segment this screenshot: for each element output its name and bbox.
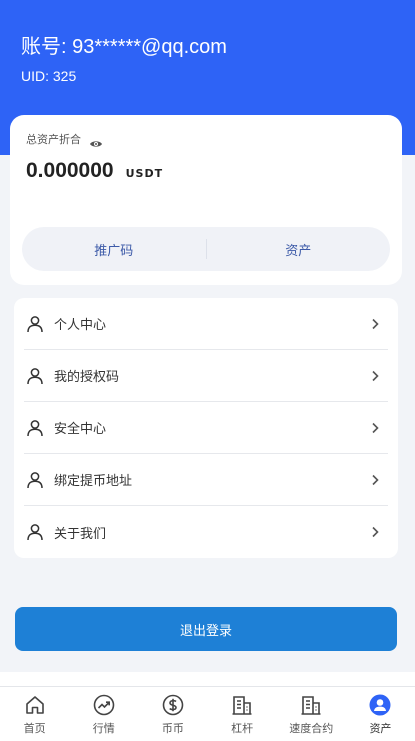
trend-icon <box>93 694 115 716</box>
home-icon <box>25 696 44 714</box>
menu-item-label: 我的授权码 <box>54 370 120 385</box>
menu-item-withdraw-address[interactable]: 绑定提币地址 <box>24 454 388 506</box>
tabbar-label: 首页 <box>23 722 46 735</box>
bottom-tabbar: 首页 行情 币币 杠杆 速度合约 资产 <box>0 686 415 741</box>
tabbar-item-leverage[interactable]: 杠杆 <box>208 687 277 741</box>
total-asset-value: 0.000000 <box>26 159 114 182</box>
account-email: 账号: 93******@qq.com <box>21 36 227 58</box>
tabbar-label: 行情 <box>92 722 115 735</box>
chevron-right-icon <box>372 526 379 538</box>
menu-item-label: 个人中心 <box>54 318 107 333</box>
chevron-right-icon <box>372 370 379 381</box>
chevron-right-icon <box>372 474 379 485</box>
logout-button[interactable]: 退出登录 <box>15 607 397 651</box>
asset-card: 总资产折合 0.000000 USDT 推广码 资产 <box>10 115 402 285</box>
user-icon <box>27 419 43 436</box>
building-icon <box>232 696 252 715</box>
tabbar-item-market[interactable]: 行情 <box>69 687 138 741</box>
user-icon <box>27 315 43 332</box>
tabbar-label: 资产 <box>369 722 392 735</box>
user-uid: UID: 325 <box>21 68 77 84</box>
total-asset-label: 总资产折合 <box>26 133 81 146</box>
user-icon <box>27 524 43 541</box>
menu-item-security[interactable]: 安全中心 <box>24 402 388 454</box>
tabbar-label: 杠杆 <box>231 722 254 735</box>
eye-icon[interactable] <box>89 134 103 147</box>
asset-tab-pill: 推广码 资产 <box>22 227 390 271</box>
building-icon <box>301 696 321 715</box>
tabbar-item-assets[interactable]: 资产 <box>346 687 415 741</box>
menu-item-label: 绑定提币地址 <box>54 474 133 489</box>
dollar-icon <box>162 694 184 716</box>
chevron-right-icon <box>372 422 379 433</box>
tabbar-label: 速度合约 <box>289 722 334 735</box>
tabbar-label: 币币 <box>161 722 184 735</box>
menu-item-auth-code[interactable]: 我的授权码 <box>24 350 388 402</box>
tabbar-item-spot[interactable]: 币币 <box>138 687 207 741</box>
chevron-right-icon <box>372 318 379 329</box>
profile-icon <box>369 694 391 716</box>
tabbar-item-home[interactable]: 首页 <box>0 687 69 741</box>
menu-item-profile[interactable]: 个人中心 <box>24 298 388 350</box>
menu-item-label: 安全中心 <box>54 422 107 437</box>
tabbar-item-contract[interactable]: 速度合约 <box>277 687 346 741</box>
tab-assets[interactable]: 资产 <box>207 240 391 259</box>
asset-label-row: 总资产折合 <box>26 131 103 147</box>
menu-list: 个人中心 我的授权码 安全中心 绑定提币地址 关于我们 <box>14 298 398 558</box>
asset-value-row: 0.000000 USDT <box>26 159 163 183</box>
asset-unit: USDT <box>125 167 164 180</box>
menu-item-label: 关于我们 <box>54 526 107 542</box>
user-icon <box>27 471 43 488</box>
bottom-spacer <box>0 672 415 686</box>
menu-item-about[interactable]: 关于我们 <box>24 506 388 558</box>
tab-promo-code[interactable]: 推广码 <box>22 240 206 259</box>
user-icon <box>27 367 43 384</box>
